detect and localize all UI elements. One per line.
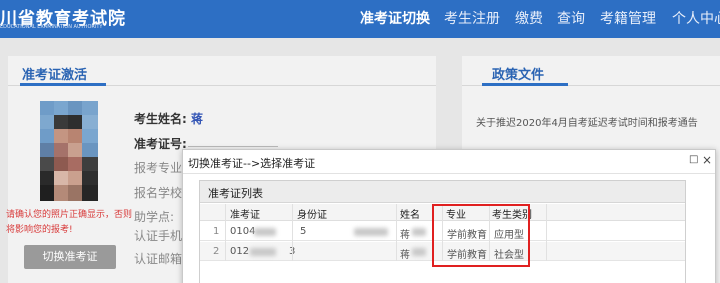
assist-label: 助学点: <box>134 210 175 224</box>
nav-register[interactable]: 考生注册 <box>444 0 500 38</box>
ticket-list-title: 准考证列表 <box>208 187 263 200</box>
ticket-list-header: 准考证列表 <box>200 181 685 203</box>
select-ticket-dialog: 切换准考证-->选择准考证 □ × 准考证列表 准考证 身份证 姓名 专业 考生… <box>182 149 716 283</box>
maximize-icon[interactable]: □ <box>689 154 698 165</box>
nav-record-management[interactable]: 考籍管理 <box>600 0 656 38</box>
exam-label: 报考专业: <box>134 161 187 175</box>
name-cell: 蒋 <box>400 230 410 241</box>
highlight-box <box>432 204 530 267</box>
row-number: 1 <box>213 226 220 237</box>
redacted-ticket <box>254 228 276 236</box>
candidate-photo <box>40 101 98 201</box>
close-icon[interactable]: × <box>702 153 712 167</box>
ticket-value-underline <box>188 146 278 147</box>
id-card-cell: 5 <box>300 226 307 237</box>
redacted-id-card <box>354 228 388 236</box>
nav-query[interactable]: 查询 <box>557 0 585 38</box>
redacted-name <box>412 228 426 236</box>
school-label: 报名学校: <box>134 186 187 200</box>
column-divider <box>225 204 226 261</box>
site-logo[interactable]: 川省教育考试院 EDUCATIONAL EXAMINATION AUTHORIT… <box>0 4 150 34</box>
ticket-cell: 0104 <box>230 226 256 237</box>
logo-subtitle: EDUCATIONAL EXAMINATION AUTHORITY <box>0 24 103 30</box>
column-divider <box>292 204 293 261</box>
column-divider <box>396 204 397 261</box>
row-number: 2 <box>213 246 220 257</box>
phone-label: 认证手机: <box>134 229 187 243</box>
photo-warning-text: 请确认您的照片正确显示，否则将影响您的报考! <box>6 210 133 235</box>
redacted-ticket <box>250 248 276 256</box>
nav-payment[interactable]: 缴费 <box>515 0 543 38</box>
name-label: 考生姓名: <box>134 112 187 126</box>
nav-ticket-switch[interactable]: 准考证切换 <box>360 0 430 38</box>
nav-personal-center[interactable]: 个人中心 <box>672 0 720 38</box>
panel-header: 准考证激活 <box>8 56 436 86</box>
ticket-label: 准考证号: <box>134 137 187 151</box>
policy-title-underline <box>482 83 568 86</box>
column-divider <box>546 204 547 261</box>
policy-header: 政策文件 <box>462 56 720 86</box>
title-underline <box>20 83 106 86</box>
policy-title: 政策文件 <box>492 68 545 83</box>
name-cell: 蒋 <box>400 250 410 261</box>
switch-ticket-button[interactable]: 切换准考证 <box>24 245 116 269</box>
email-label: 认证邮箱: <box>134 252 187 266</box>
policy-link[interactable]: 关于推迟2020年4月自考延迟考试时间和报考通告 <box>476 114 720 129</box>
ticket-cell: 012 <box>230 246 250 257</box>
redacted-name <box>412 248 426 256</box>
col-ticket[interactable]: 准考证 <box>230 206 260 221</box>
dialog-title: 切换准考证-->选择准考证 <box>188 157 316 170</box>
name-value: 蒋 <box>191 112 204 126</box>
col-name[interactable]: 姓名 <box>400 206 420 221</box>
top-header: 川省教育考试院 EDUCATIONAL EXAMINATION AUTHORIT… <box>0 0 720 38</box>
dialog-separator <box>183 173 715 174</box>
panel-title: 准考证激活 <box>22 68 88 83</box>
col-id-card[interactable]: 身份证 <box>297 206 327 221</box>
